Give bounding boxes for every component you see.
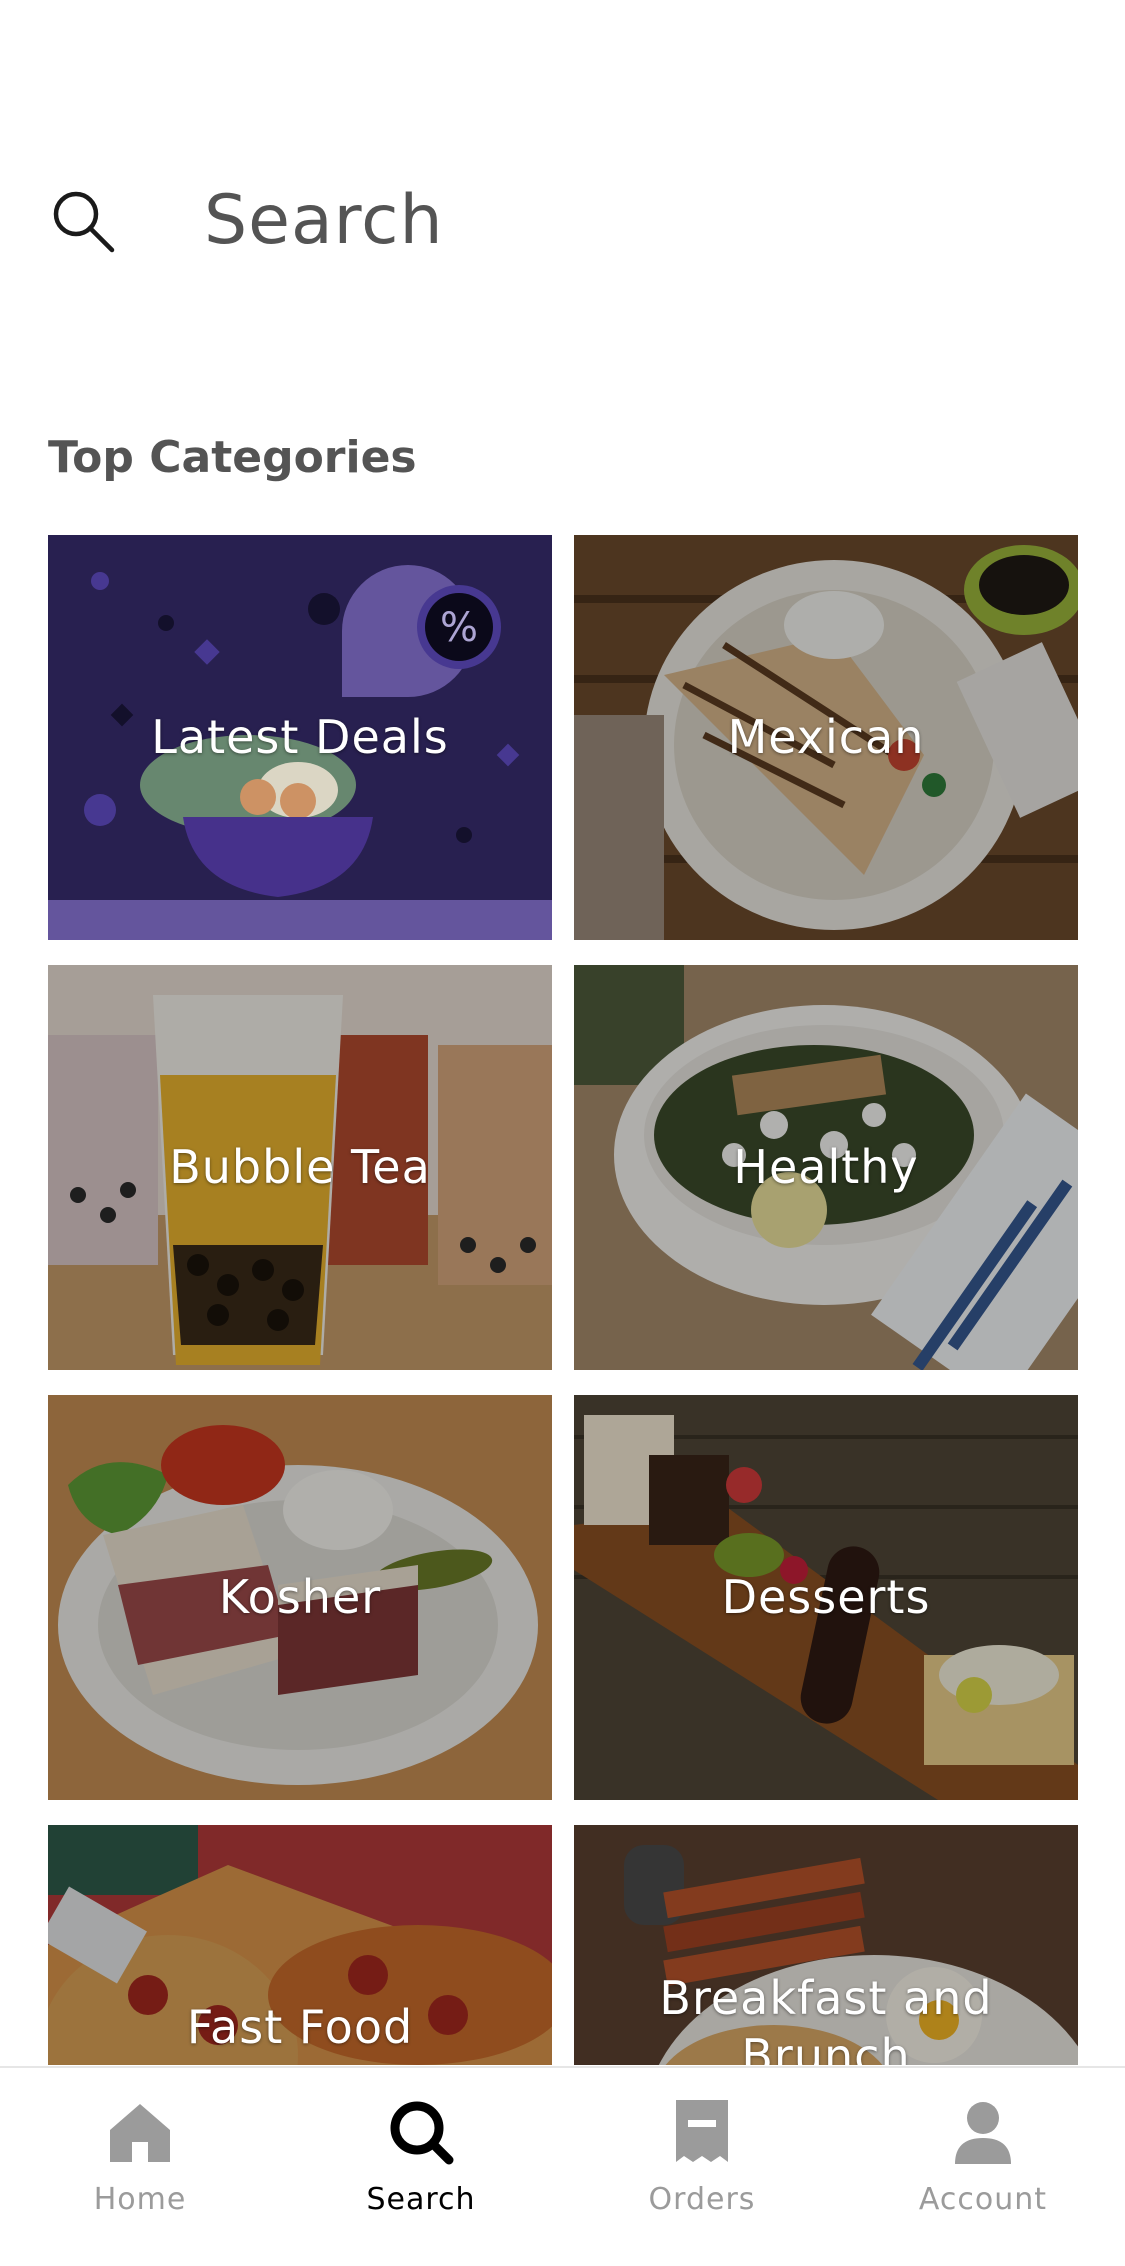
category-tile-fast-food[interactable]: Fast Food bbox=[48, 1825, 552, 2065]
tab-label: Orders bbox=[648, 2182, 756, 2217]
category-label: Desserts bbox=[721, 1569, 931, 1624]
receipt-icon bbox=[676, 2100, 728, 2162]
search-icon bbox=[53, 191, 115, 253]
tab-home[interactable]: Home bbox=[40, 2096, 240, 2246]
bottom-tab-bar: Home Search Orders Account bbox=[0, 2066, 1125, 2266]
category-label: Fast Food bbox=[186, 1999, 414, 2054]
category-label: Breakfast and Brunch bbox=[659, 1971, 993, 2065]
tab-search[interactable]: Search bbox=[321, 2096, 521, 2246]
category-tile-healthy[interactable]: Healthy bbox=[574, 965, 1078, 1370]
tab-account[interactable]: Account bbox=[883, 2096, 1083, 2246]
category-tile-desserts[interactable]: Desserts bbox=[574, 1395, 1078, 1800]
category-tile-latest-deals[interactable]: % Latest Deals bbox=[48, 535, 552, 940]
home-icon bbox=[110, 2104, 170, 2162]
section-title-top-categories: Top Categories bbox=[48, 432, 417, 483]
category-tile-breakfast-and-brunch[interactable]: Breakfast and Brunch bbox=[574, 1825, 1078, 2065]
search-icon bbox=[390, 2101, 454, 2165]
tab-orders[interactable]: Orders bbox=[602, 2096, 802, 2246]
category-tile-kosher[interactable]: Kosher bbox=[48, 1395, 552, 1800]
person-icon bbox=[955, 2102, 1011, 2164]
tab-label: Home bbox=[93, 2182, 187, 2217]
tab-label: Search bbox=[366, 2182, 476, 2217]
category-tile-bubble-tea[interactable]: Bubble Tea bbox=[48, 965, 552, 1370]
category-grid: % Latest Deals Mexican Bubble Tea Health… bbox=[48, 535, 1078, 2065]
search-input[interactable]: Search bbox=[204, 181, 444, 260]
category-tile-mexican[interactable]: Mexican bbox=[574, 535, 1078, 940]
category-label: Kosher bbox=[218, 1569, 382, 1624]
tab-label: Account bbox=[918, 2182, 1048, 2217]
category-label: Mexican bbox=[727, 709, 925, 764]
search-bar[interactable]: Search bbox=[48, 180, 1078, 260]
category-label: Bubble Tea bbox=[169, 1139, 431, 1194]
category-label: Latest Deals bbox=[151, 709, 449, 764]
category-label: Healthy bbox=[733, 1139, 919, 1194]
